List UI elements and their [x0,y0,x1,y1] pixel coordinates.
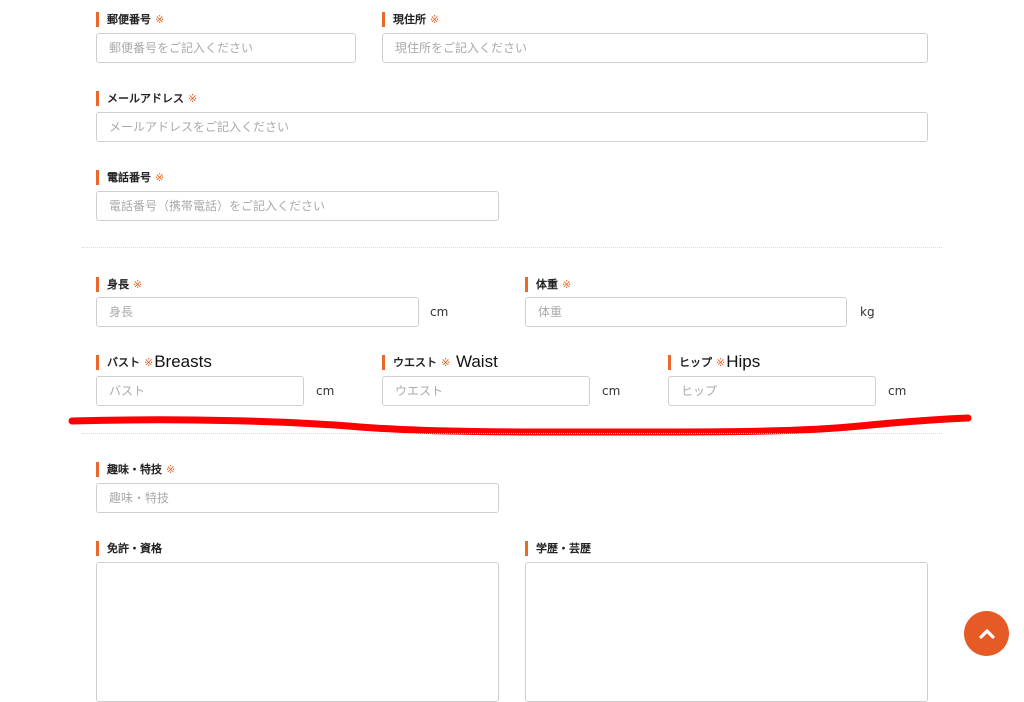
red-underline-stroke [68,414,972,436]
weight-label-text: 体重 [536,278,558,291]
email-input[interactable] [96,112,928,142]
required-mark: ※ [441,355,451,369]
required-mark: ※ [133,277,143,291]
required-mark: ※ [562,277,572,291]
section-divider [82,247,942,248]
height-label-text: 身長 [107,278,129,291]
bust-annotation-text: Breasts [154,352,212,371]
waist-label: ウエスト ※ Waist [382,352,498,372]
required-mark: ※ [188,91,198,105]
phone-input[interactable] [96,191,499,221]
weight-input[interactable] [525,297,847,327]
bust-label: バスト ※ Breasts [96,352,212,372]
label-accent-bar [96,461,99,477]
postal-input[interactable] [96,33,356,63]
waist-label-text: ウエスト [393,356,437,369]
label-accent-bar [96,11,99,27]
label-accent-bar [96,276,99,292]
label-accent-bar [668,354,671,370]
hip-label: ヒップ ※ Hips [668,352,760,372]
height-input[interactable] [96,297,419,327]
address-label-text: 現住所 [393,13,426,26]
waist-unit: cm [602,384,621,398]
required-mark: ※ [155,12,165,26]
required-mark: ※ [716,355,726,369]
education-label-text: 学歴・芸歴 [536,542,591,555]
waist-input[interactable] [382,376,590,406]
weight-unit: kg [860,305,875,319]
bust-input[interactable] [96,376,304,406]
label-accent-bar [96,169,99,185]
bust-label-text: バスト [107,356,140,369]
hobby-label: 趣味・特技 ※ [96,461,175,477]
label-accent-bar [525,540,528,556]
phone-label: 電話番号 ※ [96,169,164,185]
required-mark: ※ [166,462,176,476]
waist-annotation-text: Waist [451,352,498,371]
hip-unit: cm [888,384,907,398]
label-accent-bar [382,354,385,370]
hip-input[interactable] [668,376,876,406]
weight-label: 体重 ※ [525,276,571,292]
hip-label-text: ヒップ [679,356,712,369]
required-mark: ※ [430,12,440,26]
license-label: 免許・資格 [96,540,162,556]
label-accent-bar [96,90,99,106]
label-accent-bar [382,11,385,27]
email-label-text: メールアドレス [107,92,184,105]
hip-annotation-text: Hips [726,352,761,371]
scroll-to-top-button[interactable] [964,611,1009,656]
license-label-text: 免許・資格 [107,542,162,555]
license-textarea[interactable] [96,562,499,702]
postal-label: 郵便番号 ※ [96,11,164,27]
label-accent-bar [525,276,528,292]
required-mark: ※ [144,355,154,369]
chevron-up-icon [978,628,995,639]
label-accent-bar [96,354,99,370]
section-divider [82,433,942,434]
label-accent-bar [96,540,99,556]
address-label: 現住所 ※ [382,11,439,27]
email-label: メールアドレス ※ [96,90,197,106]
education-label: 学歴・芸歴 [525,540,591,556]
phone-label-text: 電話番号 [107,171,151,184]
height-unit: cm [430,305,449,319]
postal-label-text: 郵便番号 [107,13,151,26]
hobby-input[interactable] [96,483,499,513]
hobby-label-text: 趣味・特技 [107,463,162,476]
required-mark: ※ [155,170,165,184]
height-label: 身長 ※ [96,276,142,292]
education-textarea[interactable] [525,562,928,702]
bust-unit: cm [316,384,335,398]
address-input[interactable] [382,33,928,63]
